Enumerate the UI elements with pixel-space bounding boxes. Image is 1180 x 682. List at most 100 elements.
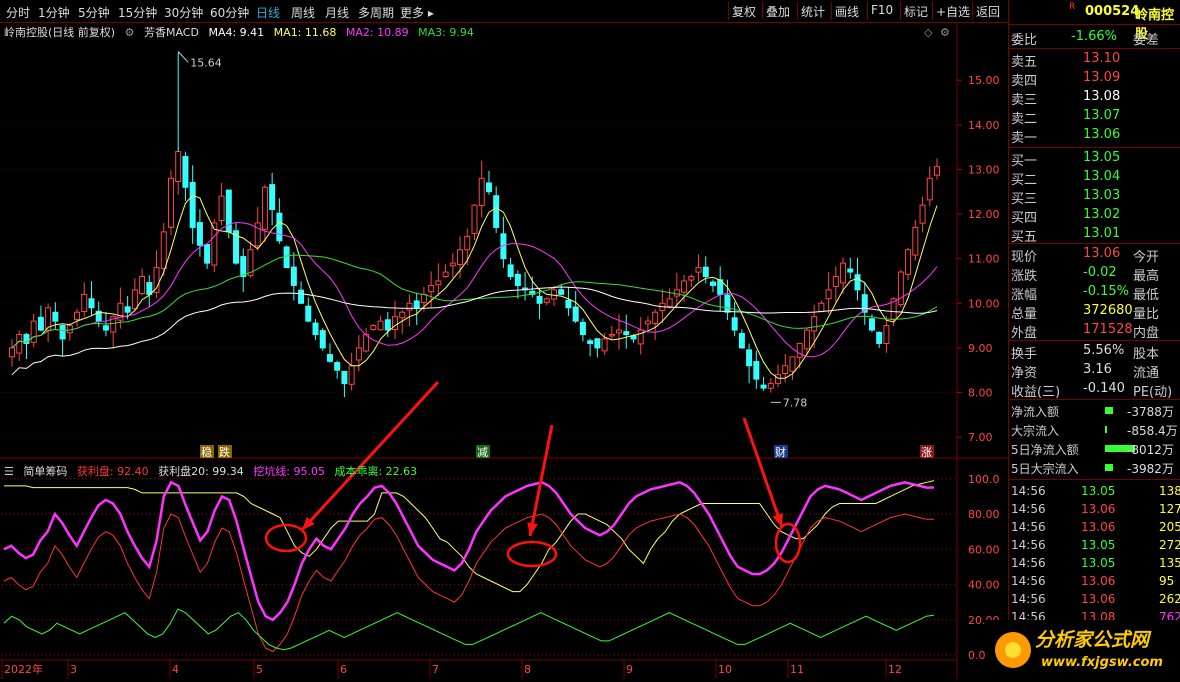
candle-body <box>167 177 174 228</box>
trade-time: 14:56 <box>1011 592 1046 606</box>
indicator-lines <box>3 480 935 653</box>
candle-body <box>102 325 109 331</box>
candle-body <box>507 264 514 278</box>
candle-body <box>74 311 81 320</box>
settings-icon[interactable]: ⚙ <box>125 26 135 39</box>
ask-row-0-value: 13.10 <box>1083 51 1121 66</box>
candle-body <box>623 331 630 336</box>
candle-body <box>341 370 348 385</box>
trade-qty: 138 <box>1159 484 1180 498</box>
logo-text: 分析家公式网 <box>1035 629 1152 651</box>
price-tick: 10.00 <box>968 297 1000 310</box>
price-tick: 9.00 <box>968 342 993 355</box>
x-axis-label: 4 <box>172 663 179 676</box>
flow-row-2: 5日净流入额 -8012万 <box>1009 440 1180 459</box>
candle-body <box>818 302 825 313</box>
candle-body <box>175 151 182 182</box>
candle-body <box>348 365 355 385</box>
candle-body <box>290 266 297 286</box>
bid-row-3: 买四 13.02 <box>1009 206 1180 226</box>
trade-row-3: 14:56 13.05 272 <box>1009 537 1180 555</box>
price-tick: 8.00 <box>968 387 993 400</box>
bid-row-0-value: 13.05 <box>1083 150 1121 165</box>
logo-graphic: 分析家公式网 www.fxjgsw.com <box>995 629 1163 670</box>
candle-body <box>428 284 435 293</box>
candle-body <box>803 329 810 350</box>
indicator-name[interactable]: 芳香MACD <box>144 26 199 39</box>
quote-row-2-side: 最低 <box>1133 288 1160 303</box>
candle-body <box>760 384 767 389</box>
candle-body <box>905 249 912 275</box>
x-axis-label: 9 <box>626 663 633 676</box>
bid-row-3-value: 13.02 <box>1083 207 1121 222</box>
trade-time: 14:56 <box>1011 484 1046 498</box>
candle-body <box>355 347 362 361</box>
candle-body <box>305 305 312 322</box>
diamond-icon: ◇ <box>924 26 933 39</box>
quote2-row-1-label: 净资 <box>1011 366 1038 381</box>
quote-row-3-label: 总量 <box>1011 307 1038 322</box>
candle-body <box>254 222 261 247</box>
flow-value: -3788万 <box>1127 405 1174 419</box>
bid-row-3-label: 买四 <box>1011 211 1038 226</box>
candle-body <box>449 262 456 267</box>
candle-body <box>883 325 890 344</box>
candle-body <box>746 349 753 367</box>
ask-row-0: 卖五 13.10 <box>1009 50 1180 70</box>
indicator-tick: 80.00 <box>968 508 1000 521</box>
event-marker-label: 跌 <box>219 445 230 459</box>
candle-body <box>536 295 543 304</box>
arrow-head <box>527 522 538 536</box>
event-marker-label: 减 <box>477 446 488 459</box>
candle-body <box>370 325 377 330</box>
candle-body <box>204 244 211 264</box>
candle-body <box>731 317 738 331</box>
candle-body <box>825 289 832 300</box>
bid-row-1-label: 买二 <box>1011 173 1038 188</box>
candle-body <box>420 293 427 304</box>
candle-body <box>146 282 153 295</box>
weibi-row: 委比 -1.66% 委差 <box>1011 29 1160 48</box>
indicator-title[interactable]: 简单筹码 <box>23 465 67 478</box>
flow-row-0: 净流入额 -3788万 <box>1009 402 1180 421</box>
annotation-arrow <box>528 424 554 537</box>
kline-chart[interactable]: 15.64 7.78 15.00 14.00 13.00 12.00 11.00 10.00… <box>0 0 1008 679</box>
event-marker-label: 财 <box>775 445 786 459</box>
quote-row-3-side: 量比 <box>1133 307 1160 322</box>
quote-row-1-value: -0.02 <box>1083 265 1117 280</box>
candle-body <box>558 289 565 295</box>
ask-row-4-value: 13.06 <box>1083 127 1121 142</box>
candle-body <box>413 300 420 309</box>
candle-body <box>182 155 189 188</box>
trade-time: 14:56 <box>1011 538 1046 552</box>
price-tick: 12.00 <box>968 208 1000 221</box>
ma4-value: MA4: 9.41 <box>208 26 265 39</box>
trade-row-0: 14:56 13.05 138 <box>1009 483 1180 501</box>
candle-body <box>652 311 659 325</box>
candle-body <box>485 182 492 193</box>
wakeng-value: 挖坑线: 95.05 <box>253 465 325 478</box>
low-label: 7.78 <box>783 396 808 409</box>
huoli20-line <box>4 480 935 593</box>
wakeng-line <box>3 480 935 622</box>
candle-body <box>52 311 59 322</box>
candle-body <box>139 276 146 295</box>
candle-body <box>261 186 268 230</box>
flow-value: -8012万 <box>1127 443 1174 457</box>
ma1-value: MA1: 11.68 <box>273 26 337 39</box>
candle-body <box>847 268 854 273</box>
quote2-row-1: 净资 3.16 流通 <box>1009 361 1180 381</box>
candle-body <box>240 256 247 278</box>
ma3-line <box>11 254 938 349</box>
x-axis-label: 10 <box>718 663 732 676</box>
menu-icon[interactable]: ☰ <box>4 465 14 478</box>
candle-body <box>312 322 319 336</box>
indicator-legend: ☰ 简单筹码 获利盘: 92.40 获利盘20: 99.34 挖坑线: 95.0… <box>4 463 423 479</box>
quote-row-0-side: 今开 <box>1133 250 1160 265</box>
candle-body <box>406 302 413 311</box>
ask-row-1-value: 13.09 <box>1083 70 1121 85</box>
candle-body <box>269 184 276 211</box>
x-axis-label: 3 <box>70 663 77 676</box>
trade-qty: 127 <box>1159 502 1180 516</box>
huoli-line <box>3 513 935 653</box>
